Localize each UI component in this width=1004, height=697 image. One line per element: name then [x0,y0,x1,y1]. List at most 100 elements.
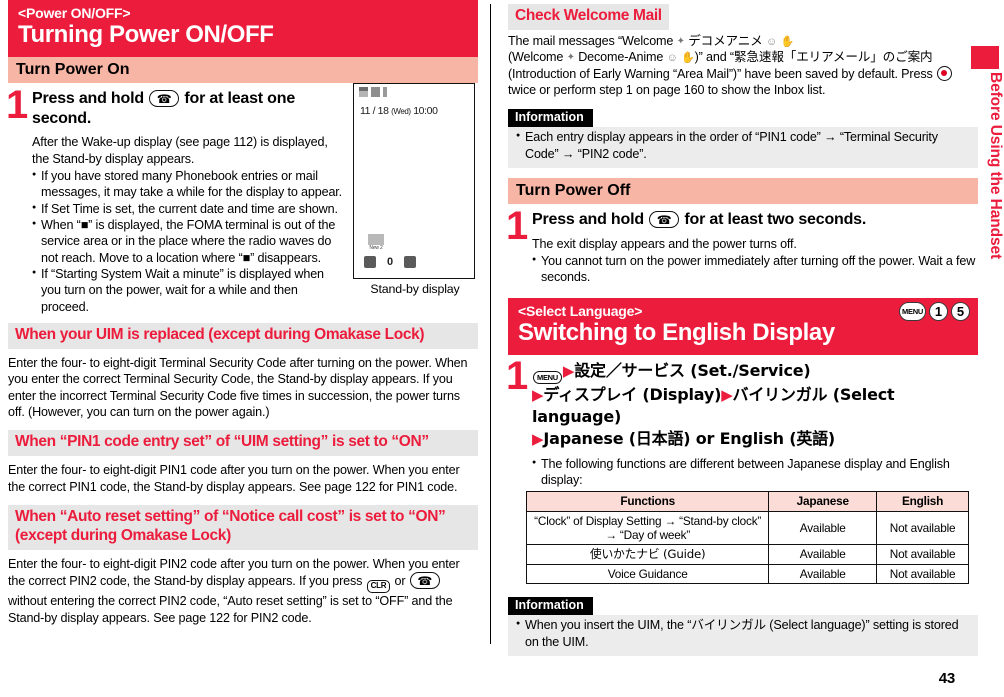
note-item: The following functions are different be… [532,456,978,489]
subhead-turn-power-on: Turn Power On [8,56,478,84]
chapter-tab-label: Before Using the Handset [987,72,1004,260]
sparkle-icon: ✦ [676,35,685,47]
cell-function: “Clock” of Display Setting → “Stand-by c… [525,510,770,546]
heading-uim-replaced: When your UIM is replaced (except during… [8,323,478,350]
information-items: When you insert the UIM, the “バイリンガル (Se… [516,617,970,650]
phone-softkeys: 0 [364,256,417,269]
number-key-1-icon: 1 [929,301,948,321]
power-onoff-banner: <Power ON/OFF> Turning Power ON/OFF [8,0,478,57]
step-notes-list: If you have stored many Phonebook entrie… [32,168,345,315]
cell-function: Voice Guidance [525,563,770,585]
step-turn-power-off: 1 Press and hold ☎ for at least two seco… [506,204,978,286]
menu-key-icon: MENU [899,301,926,321]
heading-check-welcome-mail: Check Welcome Mail [508,4,669,30]
new-mail-count-label: New 2 [369,245,383,252]
power-handset-key-icon: ☎ [649,211,680,229]
functions-comparison-table: Functions Japanese English “Clock” of Di… [525,491,969,585]
step-number: 1 [506,353,529,398]
page-number: 43 [938,670,956,687]
information-item: When you insert the UIM, the “バイリンガル (Se… [516,617,970,650]
select-language-banner: <Select Language> Switching to English D… [508,297,978,355]
left-column: <Power ON/OFF> Turning Power ON/OFF Turn… [6,0,478,626]
cell-japanese: Available [768,544,878,565]
decome-pictograph-icon: ☺ [666,52,678,65]
table-row: 使いかたナビ (Guide) Available Not available [525,544,969,565]
welcome-line2-c: )” and “ [694,50,735,65]
body-uim-replaced: Enter the four- to eight-digit Terminal … [8,356,468,420]
note-item: When “■” is displayed, the FOMA terminal… [32,217,345,266]
step-notes-list: You cannot turn on the power immediately… [532,253,978,286]
table-row: Voice Guidance Available Not available [525,563,969,585]
step-text-after-key: for at least two seconds. [684,211,867,229]
welcome-line1-a: The mail messages “Welcome [508,33,674,48]
cell-english: Not available [876,510,969,546]
power-handset-key-icon: ☎ [149,90,180,108]
column-header-english: English [876,491,969,512]
mail-chip-icon [368,234,384,246]
step-instruction: MENU ▶設定／サービス (Set./Service) ▶ディスプレイ (Dis… [532,360,978,451]
information-tag: Information [508,597,593,616]
page-title: Turning Power ON/OFF [18,21,274,49]
battery-icon [383,87,387,98]
body-part1: Enter the four- to eight-digit PIN2 code… [8,556,460,589]
arrow-icon: ▶ [532,387,544,405]
cell-english: Not available [876,563,969,585]
body-welcome-mail: The mail messages “Welcome ✦ デコメアニメ ☺ ✋ … [508,33,978,98]
phone-time: 10:00 [413,105,438,118]
information-box-uim-language: Information When you insert the UIM, the… [508,596,978,656]
softkey-right-icon [404,256,417,269]
column-header-japanese: Japanese [768,491,878,512]
step-notes-list: The following functions are different be… [532,456,978,489]
arrow-icon: ▶ [721,387,733,405]
arrow-icon: ▶ [532,431,544,449]
cell-english: Not available [876,544,969,565]
step-turn-power-on: 1 Press and hold ☎ for at least one seco… [6,85,345,315]
right-column: Check Welcome Mail The mail messages “We… [506,0,978,656]
sparkle-icon: ✦ [566,52,575,64]
information-tag: Information [508,109,593,128]
softkey-left-icon [364,256,376,269]
menu-path-language-choice: Japanese (日本語) or English (英語) [543,429,836,449]
body-part2: or [394,574,406,589]
note-item: If Set Time is set, the current date and… [32,201,345,217]
note-item: If you have stored many Phonebook entrie… [32,168,345,201]
welcome-line2-b: Decome-Anime [578,50,664,65]
information-items: Each entry display appears in the order … [516,129,970,162]
center-select-key-icon [936,65,952,81]
note-item: You cannot turn on the power immediately… [532,253,978,286]
welcome-line2-a: (Welcome [508,50,564,65]
chapter-tab-marker [971,46,999,69]
phone-datetime: 11 / 18 (Wed) 10:00 [360,105,438,117]
manual-page: <Power ON/OFF> Turning Power ON/OFF Turn… [0,0,1004,697]
step-instruction: Press and hold ☎ for at least one second… [32,89,345,128]
hand-pictograph-icon: ✋ [780,35,794,48]
hand-pictograph-icon: ✋ [681,52,695,65]
menu-path-display: ディスプレイ (Display) [543,385,722,405]
welcome-line3: (Introduction of Early Warning “Area Mai… [508,66,933,81]
phone-screen: 11 / 18 (Wed) 10:00 New 2 0 [353,83,475,280]
welcome-line1-jp: デコメアニメ [688,32,763,48]
signal-icon [359,87,368,98]
cell-function: 使いかたナビ (Guide) [525,544,770,565]
step-text-before-key: Press and hold [32,90,144,108]
phone-dayofweek: (Wed) [391,107,411,117]
cell-japanese: Available [768,563,878,585]
figure-caption: Stand-by display [370,282,460,297]
page-title: Switching to English Display [518,318,835,346]
information-item: Each entry display appears in the order … [516,129,970,162]
chapter-side-tab: Before Using the Handset [958,0,1004,697]
menu-path-set-service: 設定／サービス (Set./Service) [574,360,811,380]
table-row: “Clock” of Display Setting → “Stand-by c… [525,510,969,546]
body-auto-reset-setting: Enter the four- to eight-digit PIN2 code… [8,556,478,626]
heading-auto-reset-setting: When “Auto reset setting” of “Notice cal… [8,505,478,550]
step-lead-text: The exit display appears and the power t… [532,236,797,251]
standby-display-figure: 11 / 18 (Wed) 10:00 New 2 0 Stand-by dis… [353,83,477,296]
step-number: 1 [506,204,529,249]
arrow-icon: ▶ [562,362,575,380]
column-header-functions: Functions [525,491,770,512]
step-select-language: 1 MENU ▶設定／サービス (Set./Service) ▶ディスプレイ (D… [506,353,978,489]
step-lead-text: After the Wake-up display (see page 112)… [32,135,328,166]
power-handset-key-icon: ☎ [409,572,440,590]
welcome-line3-tail: twice or perform step 1 on page 160 to s… [508,82,826,97]
information-box-entry-order: Information Each entry display appears i… [508,108,978,169]
